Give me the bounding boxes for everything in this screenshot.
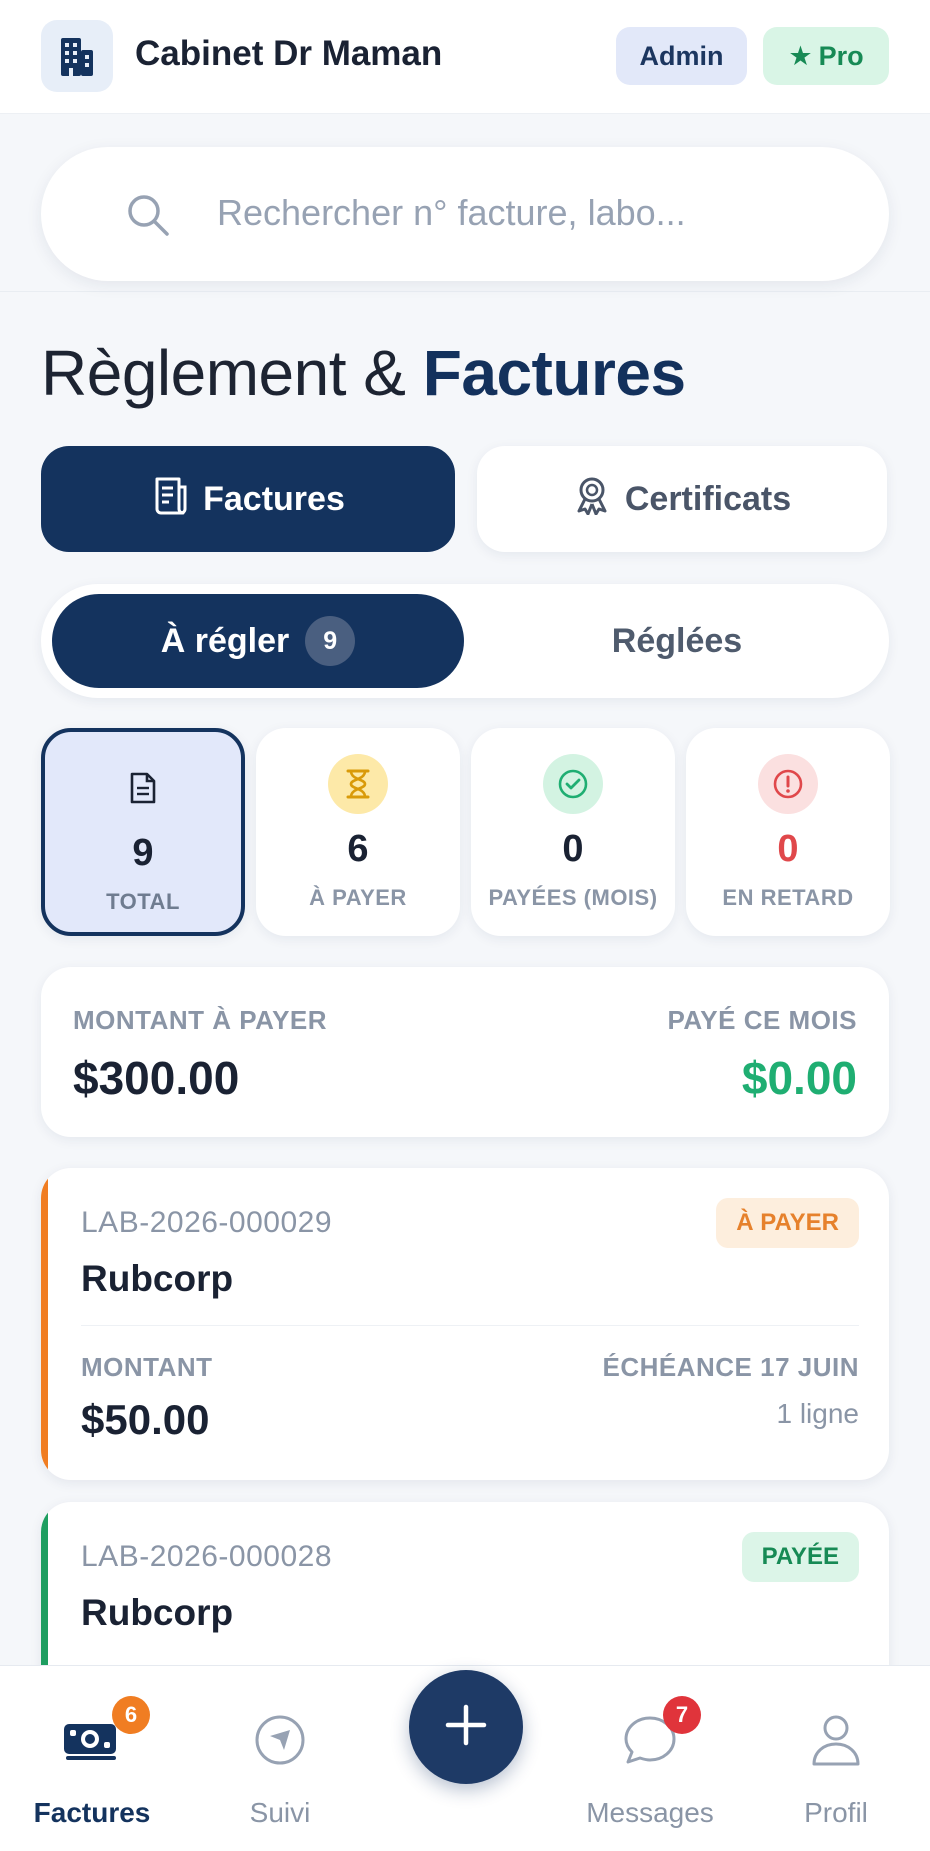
hourglass-icon <box>328 754 388 814</box>
nav-item-profil[interactable]: Profil <box>756 1666 916 1851</box>
invoice-lab-name: Rubcorp <box>81 1592 234 1633</box>
check-circle-icon <box>543 754 603 814</box>
stat-value: 6 <box>347 828 369 870</box>
search-icon <box>125 192 171 243</box>
invoice-status-badge: À PAYER <box>716 1198 859 1248</box>
stat-card-a-payer[interactable]: 6 À PAYER <box>256 728 460 936</box>
tab-certificats[interactable]: Certificats <box>477 446 887 552</box>
alert-circle-icon <box>758 754 818 814</box>
stat-label: EN RETARD <box>722 885 854 910</box>
invoice-status-badge: PAYÉE <box>741 1532 859 1582</box>
tab-factures-label: Factures <box>203 479 345 518</box>
segment-a-regler[interactable]: À régler 9 <box>52 594 464 688</box>
plus-icon <box>444 1703 488 1752</box>
stat-value: 0 <box>777 828 799 870</box>
page-title-light: Règlement & <box>41 337 406 409</box>
nav-item-messages[interactable]: 7 Messages <box>570 1666 730 1851</box>
clinic-name: Cabinet Dr Maman <box>135 34 443 73</box>
role-badge: Admin <box>616 27 747 85</box>
invoice-number: LAB-2026-000028 <box>81 1540 333 1573</box>
building-icon <box>41 20 113 92</box>
search-input[interactable] <box>217 183 857 243</box>
page-title: Règlement & Factures <box>41 336 686 410</box>
stat-label: PAYÉES (MOIS) <box>488 885 658 910</box>
navigation-icon <box>250 1710 310 1770</box>
app-header: Cabinet Dr Maman Admin ★ Pro <box>0 0 930 114</box>
invoice-card[interactable]: LAB-2026-000029 Rubcorp À PAYER MONTANT … <box>41 1168 889 1480</box>
certificate-icon <box>573 475 611 524</box>
stat-card-total[interactable]: 9 TOTAL <box>41 728 245 936</box>
status-segmented-control: À régler 9 Réglées <box>41 584 889 698</box>
paid-this-month-value: $0.00 <box>741 1052 857 1104</box>
invoice-amount-label: MONTANT <box>81 1352 213 1382</box>
add-button[interactable] <box>409 1670 523 1784</box>
invoice-lab-name: Rubcorp <box>81 1258 234 1299</box>
invoice-icon <box>151 475 189 524</box>
nav-item-factures[interactable]: 6 Factures <box>12 1666 172 1851</box>
invoice-amount: $50.00 <box>81 1396 210 1443</box>
nav-item-suivi[interactable]: Suivi <box>200 1666 360 1851</box>
invoice-number: LAB-2026-000029 <box>81 1206 333 1239</box>
invoice-due-date: ÉCHÉANCE 17 JUIN <box>602 1352 859 1382</box>
paid-this-month-label: PAYÉ CE MOIS <box>667 1005 857 1035</box>
plan-badge-label: Pro <box>818 40 864 71</box>
search-section <box>0 115 930 292</box>
stat-label: À PAYER <box>309 885 407 910</box>
stat-value: 9 <box>132 832 154 874</box>
stat-value: 0 <box>562 828 584 870</box>
invoice-status-accent <box>41 1168 48 1480</box>
segment-count-badge: 9 <box>305 616 356 666</box>
search-bar[interactable] <box>41 147 889 281</box>
nav-badge: 6 <box>112 1696 150 1734</box>
stat-card-payees[interactable]: 0 PAYÉES (MOIS) <box>471 728 675 936</box>
document-icon <box>113 758 173 818</box>
segment-a-regler-label: À régler <box>160 621 290 660</box>
user-icon <box>806 1710 866 1770</box>
nav-label: Profil <box>804 1797 868 1828</box>
star-icon: ★ <box>788 40 813 71</box>
divider <box>81 1325 859 1326</box>
nav-label: Messages <box>586 1797 714 1828</box>
amount-due-value: $300.00 <box>73 1052 240 1104</box>
amount-summary-card: MONTANT À PAYER $300.00 PAYÉ CE MOIS $0.… <box>41 967 889 1137</box>
page-title-bold: Factures <box>422 337 686 409</box>
tab-factures[interactable]: Factures <box>41 446 455 552</box>
stat-label: TOTAL <box>106 889 180 914</box>
nav-label: Factures <box>33 1797 151 1828</box>
invoice-line-count: 1 ligne <box>776 1398 859 1429</box>
plan-badge: ★ Pro <box>763 27 889 85</box>
segment-reglees[interactable]: Réglées <box>476 594 878 688</box>
tab-certificats-label: Certificats <box>624 479 792 518</box>
amount-due-label: MONTANT À PAYER <box>73 1005 328 1035</box>
stat-card-en-retard[interactable]: 0 EN RETARD <box>686 728 890 936</box>
nav-badge: 7 <box>663 1696 701 1734</box>
nav-label: Suivi <box>249 1797 311 1828</box>
